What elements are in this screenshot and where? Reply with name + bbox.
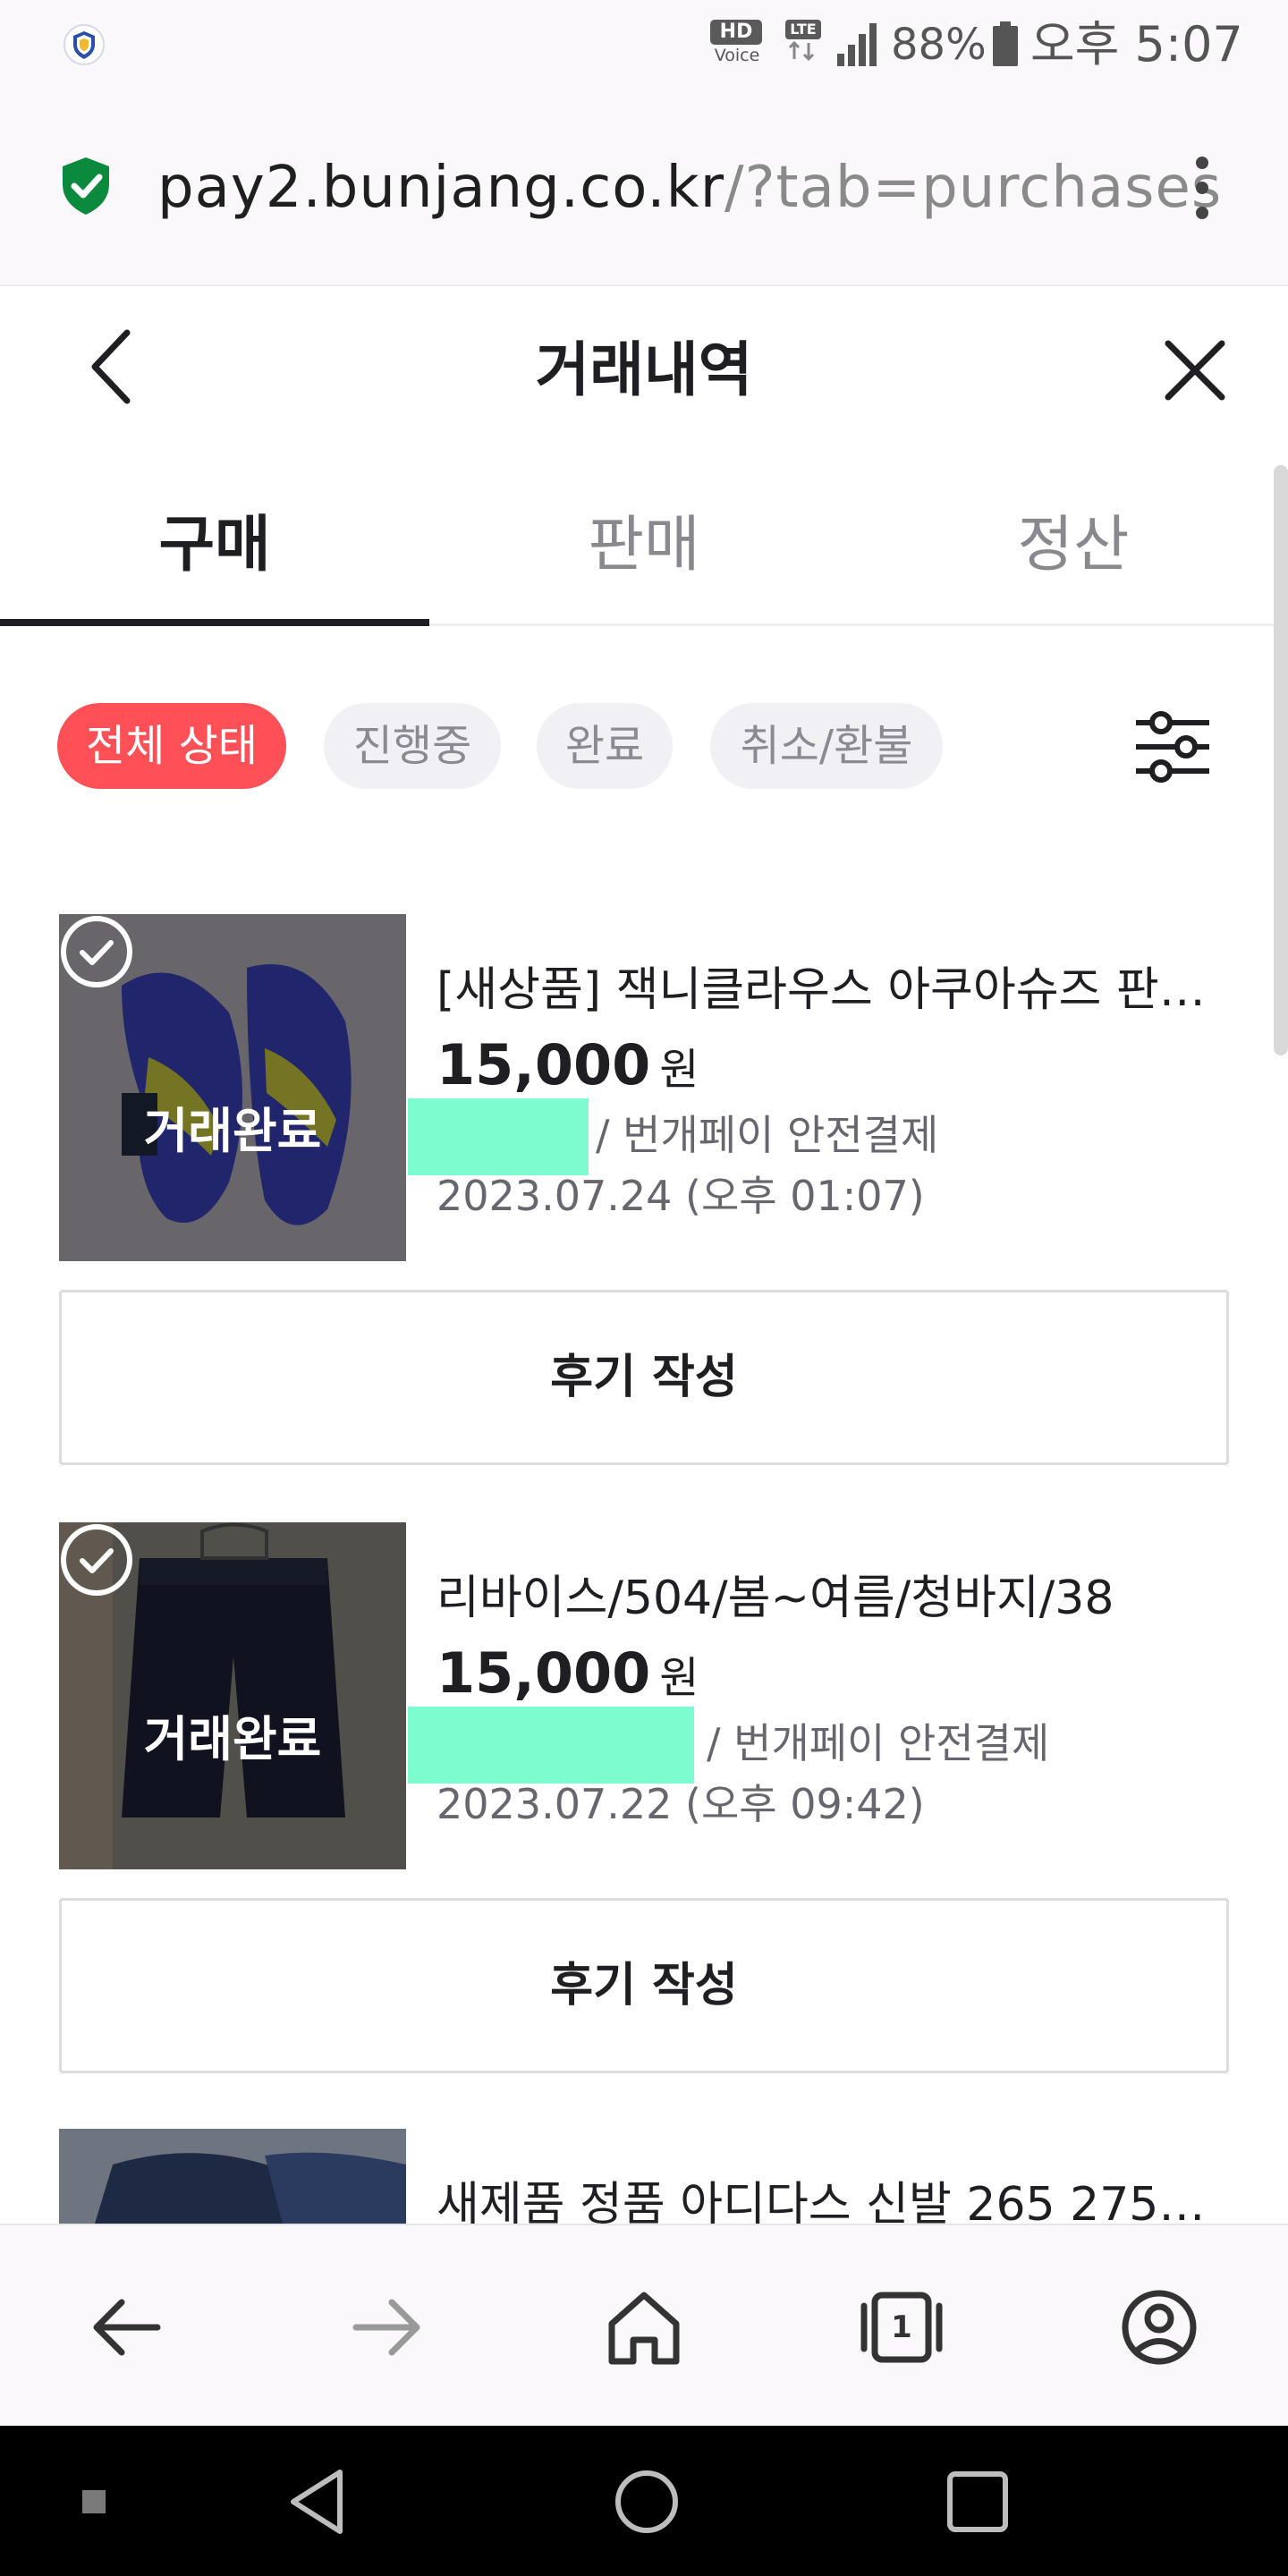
url-domain: pay2.bunjang.co.kr (157, 155, 724, 221)
back-arrow-icon[interactable] (82, 2283, 172, 2372)
menu-square-icon[interactable] (54, 2462, 134, 2542)
close-icon[interactable] (1163, 338, 1227, 402)
filter-chip-all[interactable]: 전체 상태 (57, 703, 286, 789)
price-unit: 원 (659, 1045, 699, 1095)
android-recents-icon[interactable] (937, 2462, 1018, 2542)
product-thumbnail[interactable]: 거래완료 (59, 1522, 406, 1869)
filter-bar: 전체 상태 진행중 완료 취소/환불 (0, 689, 1288, 805)
payment-method: / 번개페이 안전결제 (596, 1111, 939, 1159)
secure-shield-icon[interactable] (59, 156, 113, 216)
status-bar: HD Voice LTE 88% 오후 5:07 (0, 0, 1288, 89)
page-header: 거래내역 (0, 286, 1288, 465)
purchase-date: 2023.07.24 (오후 01:07) (436, 1172, 925, 1220)
product-thumbnail[interactable]: 거래완료 (59, 914, 406, 1261)
signal-icon (837, 23, 877, 66)
purchase-item[interactable]: 거래완료 리바이스/504/봄~여름/청바지/38 15,000 원 / 번개페이… (0, 1522, 1288, 2131)
tabs-button[interactable]: 1 (857, 2283, 946, 2372)
battery-percent: 88% (891, 20, 987, 70)
network-label: LTE (785, 20, 821, 39)
filter-chip-in-progress[interactable]: 진행중 (324, 703, 501, 789)
check-circle-icon (61, 1524, 132, 1596)
tab-count: 1 (891, 2309, 912, 2345)
page-title: 거래내역 (535, 335, 753, 404)
purchase-date: 2023.07.22 (오후 09:42) (436, 1780, 925, 1828)
tab-sales[interactable]: 판매 (429, 465, 859, 626)
product-thumbnail[interactable] (59, 2129, 406, 2224)
hd-voice-icon: HD Voice (710, 20, 764, 70)
price-value: 15,000 (436, 1640, 651, 1706)
more-menu-icon[interactable] (1186, 154, 1218, 222)
account-icon[interactable] (1114, 2283, 1204, 2372)
lte-icon: LTE (785, 20, 825, 70)
forward-arrow-icon[interactable] (342, 2283, 431, 2372)
clock: 오후 5:07 (1030, 16, 1243, 72)
hd-label: HD (710, 20, 762, 45)
home-icon[interactable] (599, 2283, 689, 2372)
item-title[interactable]: 리바이스/504/봄~여름/청바지/38 (436, 1567, 1206, 1630)
android-nav-bar (0, 2426, 1288, 2576)
filter-settings-icon[interactable] (1134, 708, 1211, 785)
browser-url-bar: pay2.bunjang.co.kr/?tab=purchases (0, 89, 1288, 286)
write-review-button[interactable]: 후기 작성 (59, 1290, 1229, 1465)
status-label: 거래완료 (143, 1103, 322, 1159)
check-circle-icon (61, 916, 132, 987)
item-price: 15,000 원 (436, 1633, 699, 1718)
item-title[interactable]: [새상품] 잭니클라우스 아쿠아슈즈 판매합니다 (436, 959, 1206, 1021)
item-title[interactable]: 새제품 정품 아디다스 신발 265 275 ... (436, 2174, 1206, 2224)
status-label: 거래완료 (143, 1711, 322, 1767)
price-value: 15,000 (436, 1032, 651, 1097)
purchase-item[interactable]: 거래완료 [새상품] 잭니클라우스 아쿠아슈즈 판매합니다 15,000원 / … (0, 914, 1288, 1522)
url-field[interactable]: pay2.bunjang.co.kr/?tab=purchases (157, 152, 1222, 224)
tab-bar: 구매 판매 정산 (0, 465, 1288, 626)
app-shield-icon (64, 24, 105, 65)
android-back-icon[interactable] (277, 2462, 358, 2542)
purchase-item[interactable]: 새제품 정품 아디다스 신발 265 275 ... (0, 2129, 1288, 2224)
filter-chip-cancel-refund[interactable]: 취소/환불 (710, 703, 943, 789)
filter-chip-completed[interactable]: 완료 (537, 703, 673, 789)
url-path: /?tab=purchases (724, 155, 1223, 221)
tab-settlement[interactable]: 정산 (859, 465, 1288, 626)
payment-method: / 번개페이 안전결제 (707, 1719, 1050, 1767)
tab-purchases[interactable]: 구매 (0, 465, 429, 626)
write-review-button[interactable]: 후기 작성 (59, 1898, 1229, 2073)
price-unit: 원 (659, 1653, 699, 1703)
browser-bottom-bar: 1 (0, 2224, 1288, 2426)
tab-active-indicator (0, 619, 429, 626)
item-price: 15,000 원 (436, 1025, 699, 1110)
voice-label: Voice (714, 46, 760, 65)
back-chevron-icon[interactable] (86, 326, 140, 408)
adidas-shoes-image (59, 2129, 406, 2224)
battery-icon (993, 21, 1018, 66)
android-home-icon[interactable] (606, 2462, 687, 2542)
data-arrows-icon (788, 40, 815, 62)
